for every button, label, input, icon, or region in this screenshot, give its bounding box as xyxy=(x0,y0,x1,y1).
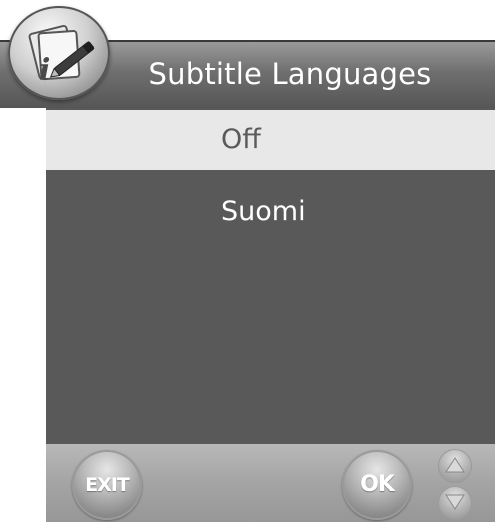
exit-button-label: EXIT xyxy=(85,474,130,496)
list-item-label: Off xyxy=(221,124,261,155)
ok-button[interactable]: OK xyxy=(342,450,412,520)
page-title: Subtitle Languages xyxy=(148,57,432,91)
list-item-label: Suomi xyxy=(221,196,306,227)
subtitle-languages-screen: Subtitle Languages i Off Suomi EXIT OK xyxy=(0,0,495,522)
arrow-down-icon[interactable] xyxy=(438,486,472,520)
arrow-up-icon[interactable] xyxy=(438,449,472,483)
ok-button-label: OK xyxy=(360,472,395,497)
info-edit-icon: i xyxy=(8,6,110,100)
list-item-suomi[interactable]: Suomi xyxy=(46,182,495,242)
svg-text:i: i xyxy=(39,53,50,88)
exit-button[interactable]: EXIT xyxy=(72,450,142,520)
subtitle-language-list: Off Suomi xyxy=(46,108,495,444)
list-item-off[interactable]: Off xyxy=(46,110,495,170)
button-bar: EXIT OK xyxy=(46,444,495,522)
